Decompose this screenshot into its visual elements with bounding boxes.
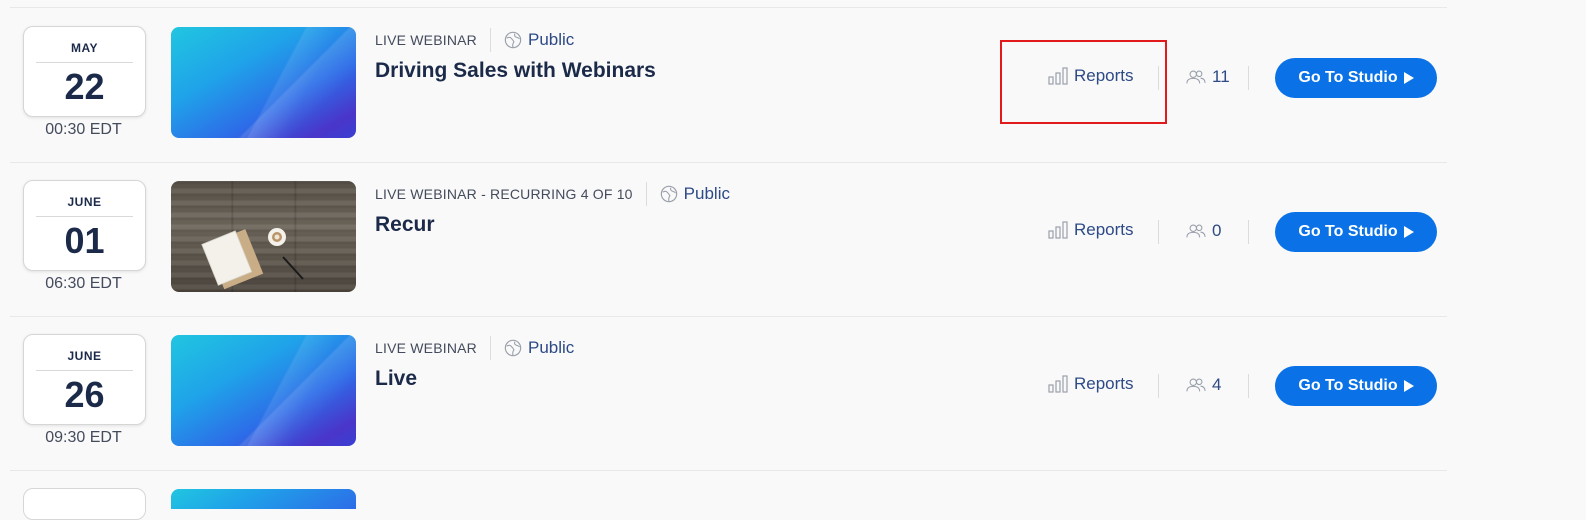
bar-chart-icon bbox=[1048, 67, 1068, 85]
webinar-meta: LIVE WEBINAR - RECURRING 4 OF 10 Public bbox=[375, 182, 730, 206]
divider bbox=[1248, 374, 1249, 398]
desk-photo-image bbox=[201, 228, 304, 290]
date-day: 22 bbox=[64, 66, 105, 107]
webinar-thumbnail[interactable] bbox=[171, 489, 356, 509]
visibility-label: Public bbox=[683, 184, 730, 203]
attendee-count: 11 bbox=[1186, 67, 1230, 87]
go-to-studio-label: Go To Studio bbox=[1298, 377, 1398, 394]
go-to-studio-button[interactable]: Go To Studio bbox=[1275, 212, 1437, 252]
bar-chart-icon bbox=[1048, 375, 1068, 393]
webinar-actions: Reports 0 Go To Studio bbox=[1040, 212, 1440, 252]
people-icon bbox=[1186, 224, 1206, 238]
play-icon bbox=[1403, 226, 1414, 238]
reports-label: Reports bbox=[1074, 66, 1134, 85]
attendee-count-value: 0 bbox=[1212, 221, 1222, 240]
webinar-meta: LIVE WEBINAR Public bbox=[375, 336, 574, 360]
play-icon bbox=[1403, 380, 1414, 392]
webinar-thumbnail[interactable] bbox=[171, 27, 356, 138]
date-day: 26 bbox=[64, 374, 105, 415]
reports-link[interactable]: Reports bbox=[1048, 374, 1134, 394]
go-to-studio-button[interactable]: Go To Studio bbox=[1275, 366, 1437, 406]
webinar-actions: Reports 4 Go To Studio bbox=[1040, 366, 1440, 406]
divider bbox=[1158, 374, 1159, 398]
go-to-studio-label: Go To Studio bbox=[1298, 69, 1398, 86]
divider bbox=[489, 28, 491, 52]
divider bbox=[36, 370, 133, 371]
play-icon bbox=[1403, 72, 1414, 84]
reports-label: Reports bbox=[1074, 374, 1134, 393]
webinar-row: JUNE 01 06:30 EDT LIVE WEBINAR - RECURRI… bbox=[10, 162, 1447, 317]
divider bbox=[36, 62, 133, 63]
webinar-list: MAY 22 00:30 EDT LIVE WEBINAR Public Dri… bbox=[0, 0, 1586, 520]
visibility-badge: Public bbox=[504, 30, 574, 50]
start-time: 06:30 EDT bbox=[45, 275, 122, 292]
webinar-row: JUNE 26 09:30 EDT LIVE WEBINAR Public Li… bbox=[10, 316, 1447, 471]
webinar-type: LIVE WEBINAR - RECURRING 4 OF 10 bbox=[375, 186, 633, 202]
reports-label: Reports bbox=[1074, 220, 1134, 239]
webinar-title[interactable]: Recur bbox=[375, 213, 435, 237]
visibility-badge: Public bbox=[504, 338, 574, 358]
attendee-count-value: 4 bbox=[1212, 375, 1222, 394]
webinar-thumbnail[interactable] bbox=[171, 335, 356, 446]
webinar-type: LIVE WEBINAR bbox=[375, 32, 477, 48]
globe-icon bbox=[504, 31, 522, 49]
date-month: JUNE bbox=[67, 195, 102, 209]
divider bbox=[36, 216, 133, 217]
visibility-badge: Public bbox=[660, 184, 730, 204]
webinar-title[interactable]: Live bbox=[375, 367, 417, 391]
visibility-label: Public bbox=[527, 30, 575, 49]
date-month: MAY bbox=[70, 41, 99, 55]
date-card: JUNE 26 bbox=[23, 334, 146, 425]
date-card bbox=[23, 488, 146, 520]
bar-chart-icon bbox=[1048, 221, 1068, 239]
reports-link[interactable]: Reports bbox=[1048, 66, 1134, 86]
globe-icon bbox=[660, 185, 677, 203]
webinar-row bbox=[10, 470, 1447, 520]
webinar-actions: Reports 11 Go To Studio bbox=[1040, 58, 1440, 98]
people-icon bbox=[1186, 378, 1206, 392]
globe-icon bbox=[504, 339, 522, 357]
webinar-title[interactable]: Driving Sales with Webinars bbox=[375, 59, 656, 83]
webinar-type: LIVE WEBINAR bbox=[375, 340, 477, 356]
start-time: 09:30 EDT bbox=[45, 429, 122, 446]
webinar-meta: LIVE WEBINAR Public bbox=[375, 28, 574, 52]
go-to-studio-label: Go To Studio bbox=[1298, 223, 1398, 240]
date-day: 01 bbox=[64, 220, 105, 261]
divider bbox=[1158, 220, 1159, 244]
attendee-count: 0 bbox=[1186, 221, 1221, 241]
date-month: JUNE bbox=[67, 349, 102, 363]
attendee-count: 4 bbox=[1186, 375, 1221, 395]
attendee-count-value: 11 bbox=[1212, 67, 1230, 86]
visibility-label: Public bbox=[527, 338, 575, 357]
webinar-thumbnail[interactable] bbox=[171, 181, 356, 292]
divider bbox=[1248, 220, 1249, 244]
divider bbox=[1158, 66, 1159, 90]
reports-link[interactable]: Reports bbox=[1048, 220, 1134, 240]
go-to-studio-button[interactable]: Go To Studio bbox=[1275, 58, 1437, 98]
divider bbox=[1248, 66, 1249, 90]
divider bbox=[489, 336, 491, 360]
webinar-row: MAY 22 00:30 EDT LIVE WEBINAR Public Dri… bbox=[10, 8, 1447, 163]
divider bbox=[645, 182, 647, 206]
date-card: JUNE 01 bbox=[23, 180, 146, 271]
date-card: MAY 22 bbox=[23, 26, 146, 117]
people-icon bbox=[1186, 70, 1206, 84]
start-time: 00:30 EDT bbox=[45, 121, 122, 138]
